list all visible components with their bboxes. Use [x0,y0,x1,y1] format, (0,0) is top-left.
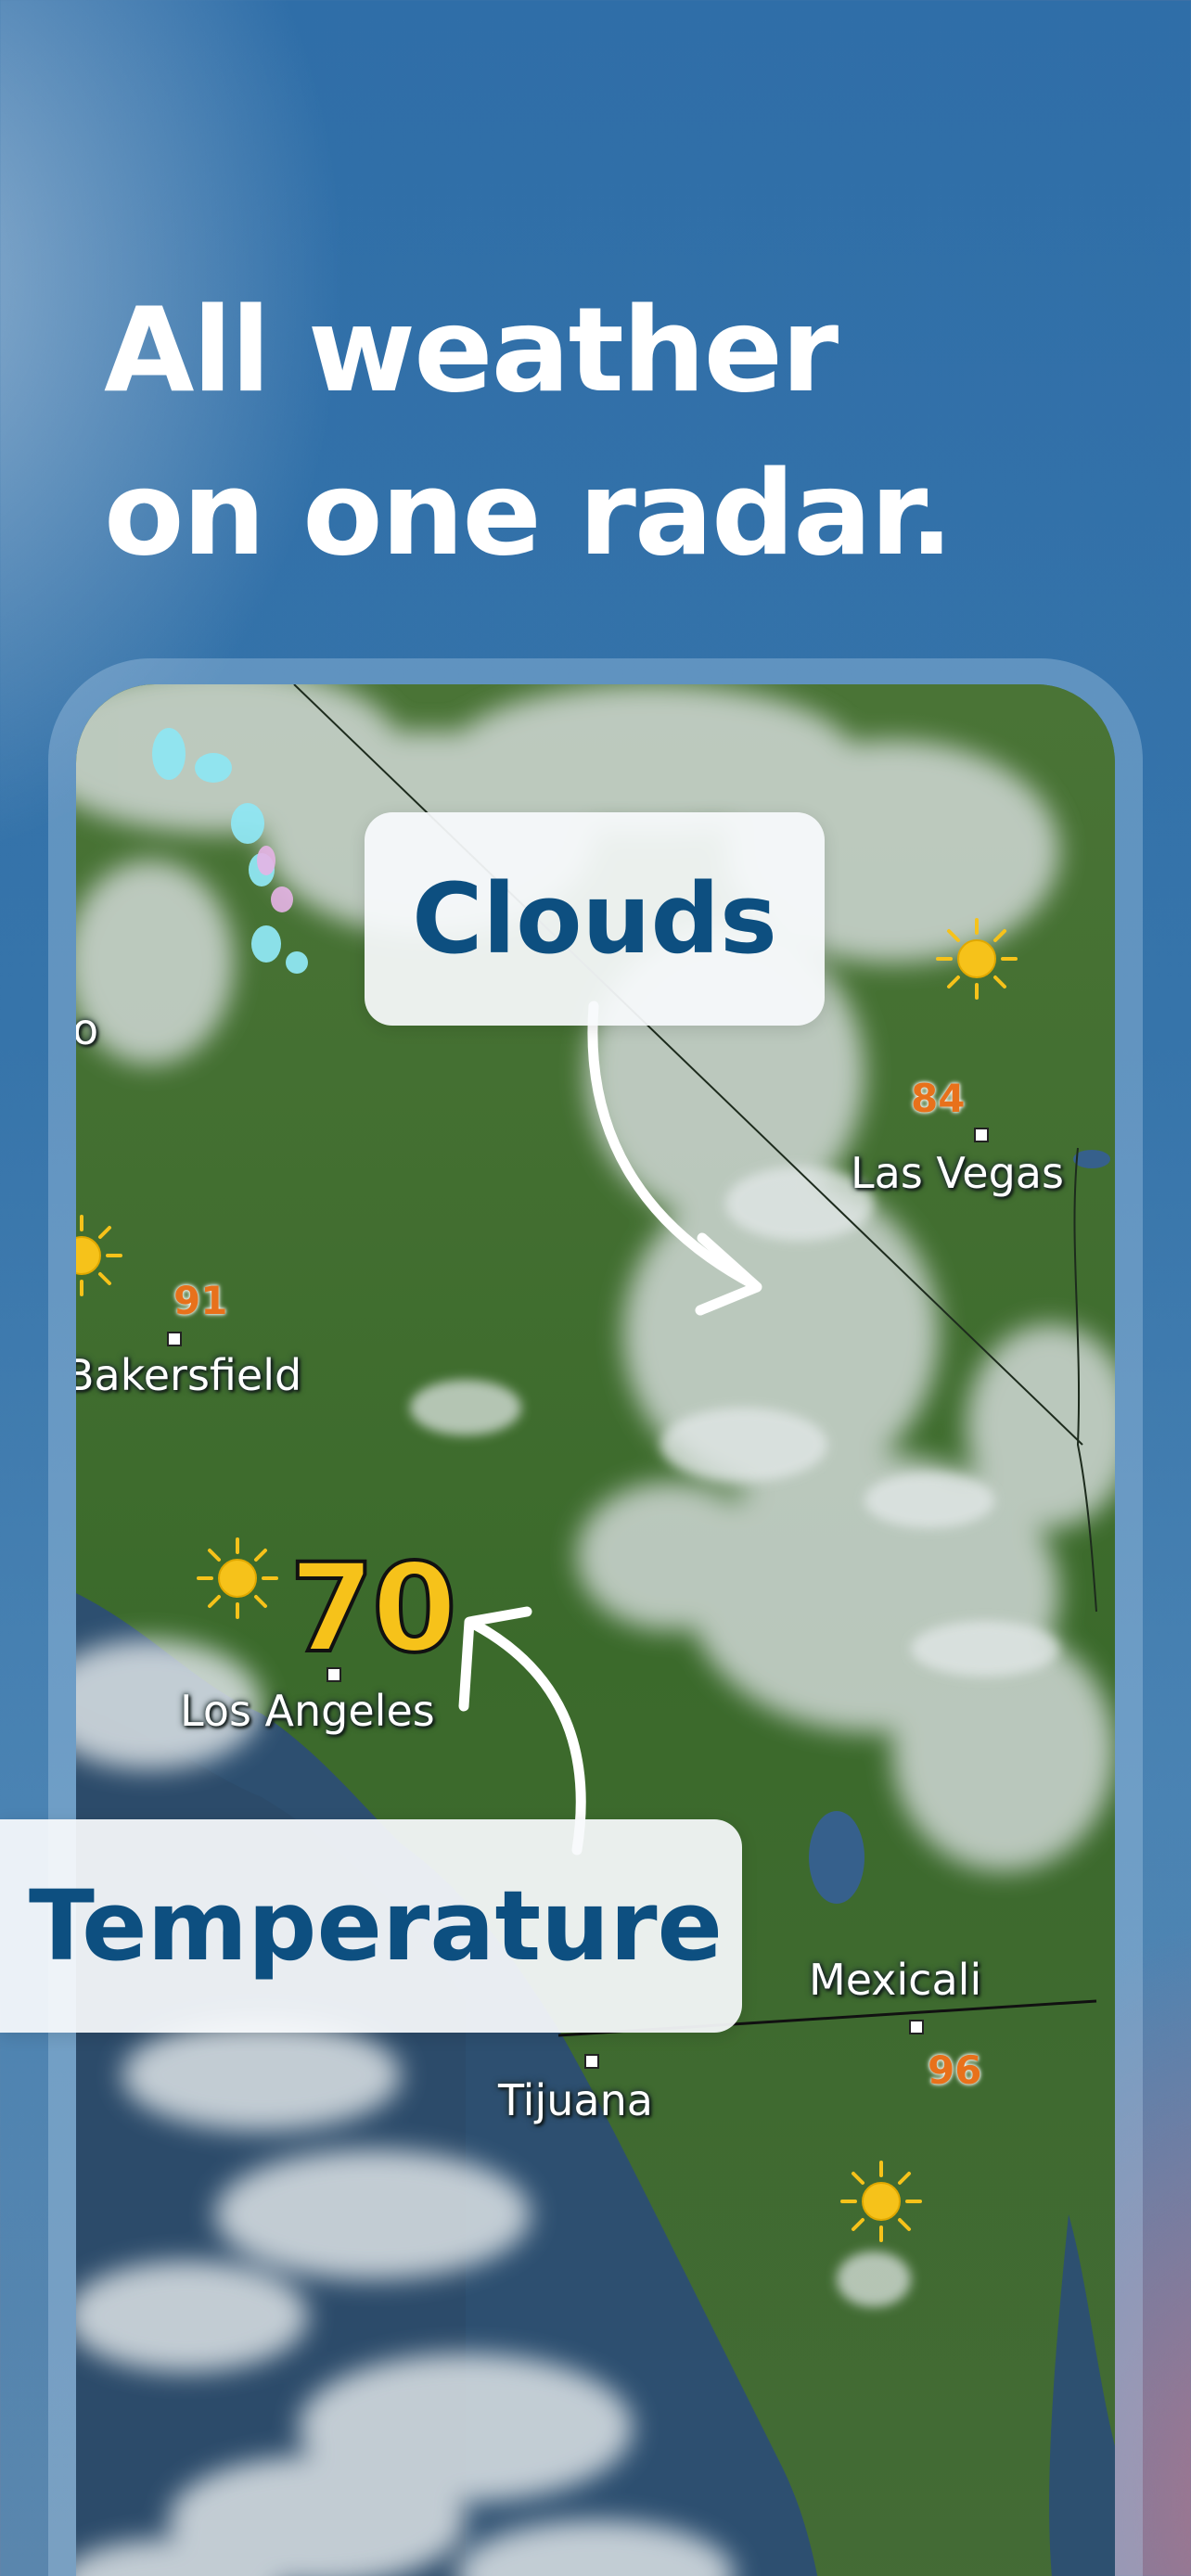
callout-arrows [458,1001,762,1855]
temperature-callout: Temperature [0,1819,742,2033]
temperature-callout-label: Temperature [28,1869,724,1983]
clouds-callout-label: Clouds [412,862,777,976]
clouds-arrow [587,1001,759,1290]
clouds-callout: Clouds [365,812,825,1026]
temperature-arrow [469,1619,586,1855]
